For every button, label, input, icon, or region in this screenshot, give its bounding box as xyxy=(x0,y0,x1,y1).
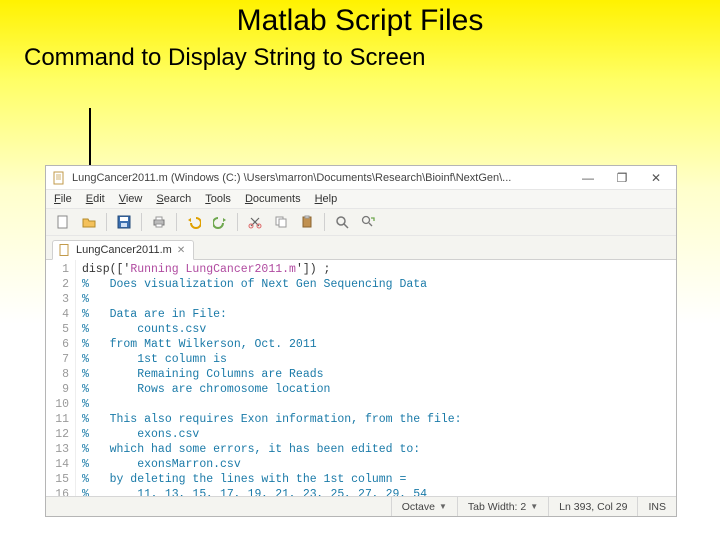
redo-button[interactable] xyxy=(209,212,231,232)
status-tabwidth[interactable]: Tab Width: 2▼ xyxy=(457,497,548,516)
find-replace-button[interactable] xyxy=(357,212,379,232)
toolbar xyxy=(46,209,676,236)
slide-subtitle: Command to Display String to Screen xyxy=(0,38,720,72)
print-button[interactable] xyxy=(148,212,170,232)
menu-file[interactable]: File xyxy=(54,193,72,205)
toolbar-sep xyxy=(176,213,177,231)
toolbar-sep xyxy=(106,213,107,231)
find-button[interactable] xyxy=(331,212,353,232)
statusbar: Octave▼ Tab Width: 2▼ Ln 393, Col 29 INS xyxy=(46,496,676,516)
menu-help[interactable]: Help xyxy=(315,193,338,205)
menu-documents[interactable]: Documents xyxy=(245,193,301,205)
copy-button[interactable] xyxy=(270,212,292,232)
file-tab-label: LungCancer2011.m xyxy=(76,244,172,256)
status-language[interactable]: Octave▼ xyxy=(391,497,457,516)
menubar: File Edit View Search Tools Documents He… xyxy=(46,190,676,209)
toolbar-sep xyxy=(141,213,142,231)
new-file-button[interactable] xyxy=(52,212,74,232)
undo-button[interactable] xyxy=(183,212,205,232)
paste-button[interactable] xyxy=(296,212,318,232)
document-icon xyxy=(52,171,66,185)
tab-close-button[interactable]: ✕ xyxy=(177,245,185,256)
menu-search[interactable]: Search xyxy=(156,193,191,205)
file-tab[interactable]: LungCancer2011.m ✕ xyxy=(52,240,194,260)
slide-title: Matlab Script Files xyxy=(0,0,720,38)
menu-tools[interactable]: Tools xyxy=(205,193,231,205)
code-area[interactable]: 123456789101112131415161718 disp(['Runni… xyxy=(46,260,676,496)
minimize-button[interactable]: — xyxy=(574,171,602,185)
code-lines[interactable]: disp(['Running LungCancer2011.m']) ;% Do… xyxy=(76,260,462,496)
tabbar: LungCancer2011.m ✕ xyxy=(46,236,676,260)
line-gutter: 123456789101112131415161718 xyxy=(46,260,76,496)
window-title: LungCancer2011.m (Windows (C:) \Users\ma… xyxy=(72,172,568,184)
status-insert-mode[interactable]: INS xyxy=(637,497,676,516)
cut-button[interactable] xyxy=(244,212,266,232)
toolbar-sep xyxy=(237,213,238,231)
status-position: Ln 393, Col 29 xyxy=(548,497,637,516)
open-button[interactable] xyxy=(78,212,100,232)
titlebar: LungCancer2011.m (Windows (C:) \Users\ma… xyxy=(46,166,676,190)
toolbar-sep xyxy=(324,213,325,231)
editor-window: LungCancer2011.m (Windows (C:) \Users\ma… xyxy=(45,165,677,517)
document-icon xyxy=(59,244,71,256)
menu-edit[interactable]: Edit xyxy=(86,193,105,205)
menu-view[interactable]: View xyxy=(119,193,143,205)
save-button[interactable] xyxy=(113,212,135,232)
close-button[interactable]: ✕ xyxy=(642,171,670,185)
maximize-button[interactable]: ❐ xyxy=(608,171,636,185)
